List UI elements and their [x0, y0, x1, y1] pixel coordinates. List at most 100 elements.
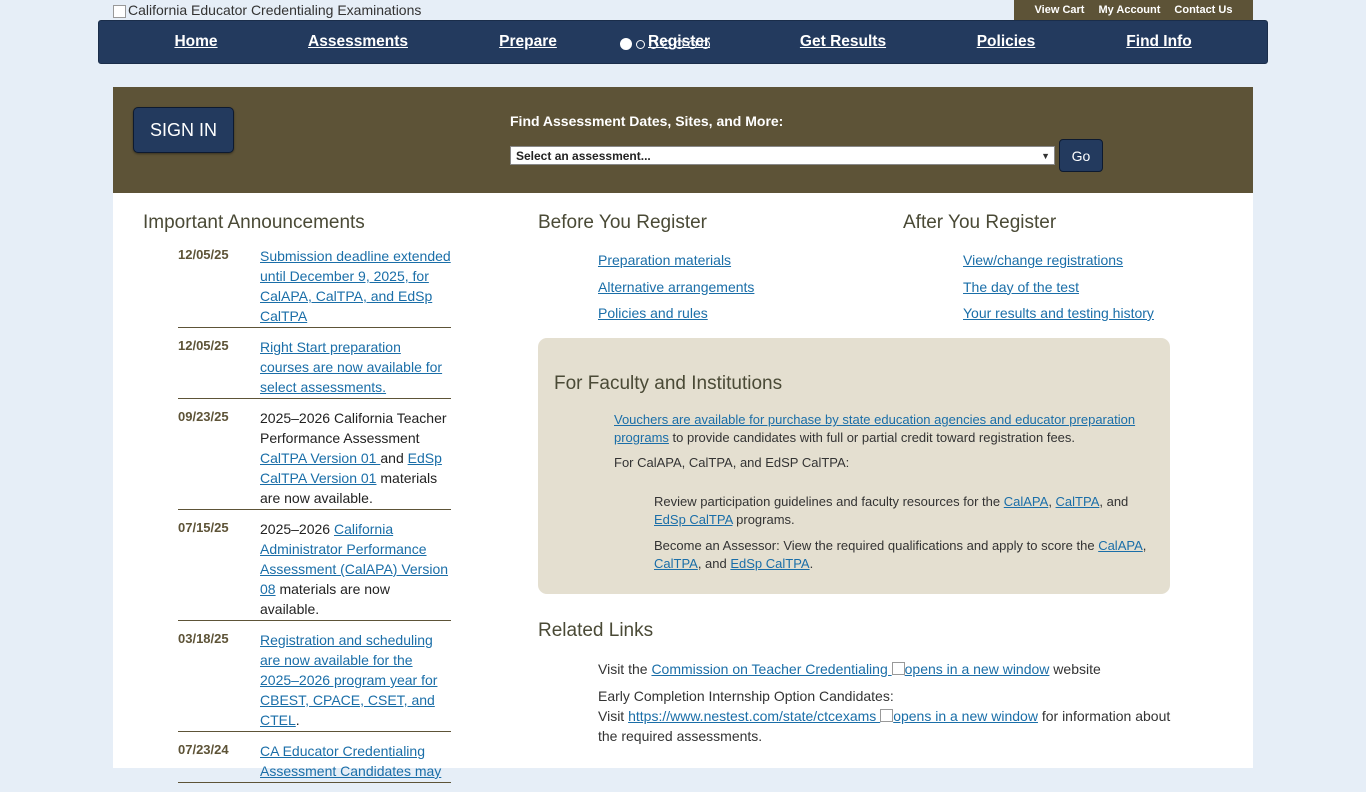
announcement-text: materials are now available. [260, 581, 390, 617]
site-logo-alt-text: California Educator Credentialing Examin… [128, 2, 422, 18]
separator-text: , [1142, 538, 1147, 553]
announcement-item: 07/15/25 2025–2026 California Administra… [178, 519, 451, 621]
caltpa-link[interactable]: CalTPA [1056, 494, 1100, 509]
announcement-item: 12/05/25 Right Start preparation courses… [178, 337, 451, 399]
view-change-registrations-link[interactable]: View/change registrations [963, 252, 1123, 268]
utility-bar: View Cart My Account Contact Us [1014, 0, 1253, 20]
announcement-item: 07/23/24 CA Educator Credentialing Asses… [178, 741, 451, 783]
contact-us-link[interactable]: Contact Us [1174, 4, 1232, 16]
external-link-icon [891, 662, 905, 675]
announcement-text: and [380, 450, 408, 466]
my-account-link[interactable]: My Account [1098, 4, 1160, 16]
announcement-link[interactable]: Submission deadline extended until Decem… [260, 248, 451, 324]
list-item: Preparation materials [598, 252, 754, 271]
related-links-heading: Related Links [538, 620, 654, 641]
review-text: Review participation guidelines and facu… [654, 494, 1004, 509]
assessment-select[interactable]: Select an assessment... ▼ [510, 146, 1055, 165]
visit-text: Visit the [598, 661, 652, 677]
carousel-dot-5[interactable] [675, 39, 684, 49]
programs-text: programs. [732, 512, 795, 527]
after-register-heading: After You Register [903, 212, 1057, 233]
assessor-edsp-caltpa-link[interactable]: EdSp CalTPA [730, 556, 809, 571]
announcement-date: 09/23/25 [178, 409, 229, 424]
review-guidelines-paragraph: Review participation guidelines and facu… [654, 493, 1154, 529]
nav-find-info[interactable]: Find Info [1126, 33, 1191, 51]
announcements-heading: Important Announcements [143, 212, 365, 233]
nav-home[interactable]: Home [174, 33, 217, 51]
assessor-caltpa-link[interactable]: CalTPA [654, 556, 698, 571]
external-link-icon [880, 709, 894, 722]
carousel-dot-1[interactable] [620, 38, 632, 50]
ctc-paragraph: Visit the Commission on Teacher Credenti… [598, 659, 1178, 679]
chevron-down-icon: ▼ [1041, 150, 1050, 161]
main-content: Important Announcements 12/05/25 Submiss… [113, 193, 1253, 783]
new-window-alt-text: opens in a new window [893, 708, 1038, 724]
announcement-date: 12/05/25 [178, 338, 229, 353]
carousel-dot-2[interactable] [636, 39, 645, 49]
nestest-link-text: https://www.nestest.com/state/ctcexams [628, 708, 881, 724]
find-assessment-label: Find Assessment Dates, Sites, and More: [510, 113, 784, 129]
nes-paragraph: Visit https://www.nestest.com/state/ctce… [598, 706, 1183, 746]
nav-get-results[interactable]: Get Results [800, 33, 886, 51]
faculty-for-label: For CalAPA, CalTPA, and EdSP CalTPA: [614, 455, 850, 470]
announcement-link[interactable]: CA Educator Credentialing Assessment Can… [260, 743, 441, 779]
announcement-text: 2025–2026 [260, 521, 334, 537]
list-item: Your results and testing history [963, 305, 1154, 324]
preparation-materials-link[interactable]: Preparation materials [598, 252, 731, 268]
before-register-links: Preparation materials Alternative arrang… [598, 252, 754, 332]
list-item: Policies and rules [598, 305, 754, 324]
before-register-heading: Before You Register [538, 212, 708, 233]
carousel-dot-3[interactable] [649, 39, 658, 49]
announcement-text: . [295, 712, 300, 728]
announcement-date: 07/23/24 [178, 742, 229, 757]
carousel-dot-4[interactable] [662, 39, 671, 49]
new-window-alt-text: opens in a new window [904, 661, 1050, 677]
policies-rules-link[interactable]: Policies and rules [598, 305, 708, 321]
faculty-panel: For Faculty and Institutions Vouchers ar… [538, 338, 1170, 594]
assessor-calapa-link[interactable]: CalAPA [1098, 538, 1143, 553]
announcement-item: 12/05/25 Submission deadline extended un… [178, 246, 451, 328]
announcements-list: 12/05/25 Submission deadline extended un… [178, 246, 451, 792]
results-history-link[interactable]: Your results and testing history [963, 305, 1154, 321]
announcement-item: 03/18/25 Registration and scheduling are… [178, 630, 451, 732]
announcement-date: 07/15/25 [178, 520, 229, 535]
ctc-link[interactable]: Commission on Teacher Credentialing open… [651, 661, 1049, 677]
announcement-date: 03/18/25 [178, 631, 229, 646]
website-text: website [1049, 661, 1101, 677]
site-logo[interactable]: California Educator Credentialing Examin… [113, 2, 421, 18]
assessment-select-value: Select an assessment... [516, 148, 651, 163]
separator-text: , and [697, 556, 731, 571]
caltpa-v01-link[interactable]: CalTPA Version 01 [260, 450, 380, 466]
list-item: The day of the test [963, 279, 1154, 298]
nav-policies[interactable]: Policies [977, 33, 1036, 51]
edsp-caltpa-link[interactable]: EdSp CalTPA [654, 512, 733, 527]
voucher-text: to provide candidates with full or parti… [668, 430, 1076, 445]
view-cart-link[interactable]: View Cart [1035, 4, 1085, 16]
nav-assessments[interactable]: Assessments [308, 33, 408, 51]
day-of-test-link[interactable]: The day of the test [963, 279, 1079, 295]
announcement-link[interactable]: Registration and scheduling are now avai… [260, 632, 437, 728]
sign-in-button[interactable]: SIGN IN [133, 107, 234, 153]
carousel-dot-6[interactable] [688, 39, 697, 49]
announcement-date: 12/05/25 [178, 247, 229, 262]
assessor-paragraph: Become an Assessor: View the required qu… [654, 537, 1154, 573]
assessor-text: Become an Assessor: View the required qu… [654, 538, 1099, 553]
ctc-link-text: Commission on Teacher Credentialing [651, 661, 892, 677]
carousel-dot-7[interactable] [701, 39, 710, 49]
list-item: View/change registrations [963, 252, 1154, 271]
nestest-link[interactable]: https://www.nestest.com/state/ctcexams o… [628, 708, 1038, 724]
announcement-link[interactable]: Right Start preparation courses are now … [260, 339, 442, 395]
visit-text: Visit [598, 708, 629, 724]
after-register-links: View/change registrations The day of the… [963, 252, 1154, 332]
go-button[interactable]: Go [1059, 139, 1103, 172]
search-banner: SIGN IN Find Assessment Dates, Sites, an… [113, 87, 1253, 193]
alternative-arrangements-link[interactable]: Alternative arrangements [598, 279, 754, 295]
early-completion-label: Early Completion Internship Option Candi… [598, 688, 894, 704]
announcement-item: 09/23/25 2025–2026 California Teacher Pe… [178, 408, 451, 510]
broken-image-icon [113, 4, 126, 18]
calapa-link[interactable]: CalAPA [1004, 494, 1049, 509]
separator-text: , and [1099, 494, 1129, 509]
nav-prepare[interactable]: Prepare [499, 33, 557, 51]
announcement-text: 2025–2026 California Teacher Performance… [260, 410, 447, 446]
period-text: . [809, 556, 814, 571]
